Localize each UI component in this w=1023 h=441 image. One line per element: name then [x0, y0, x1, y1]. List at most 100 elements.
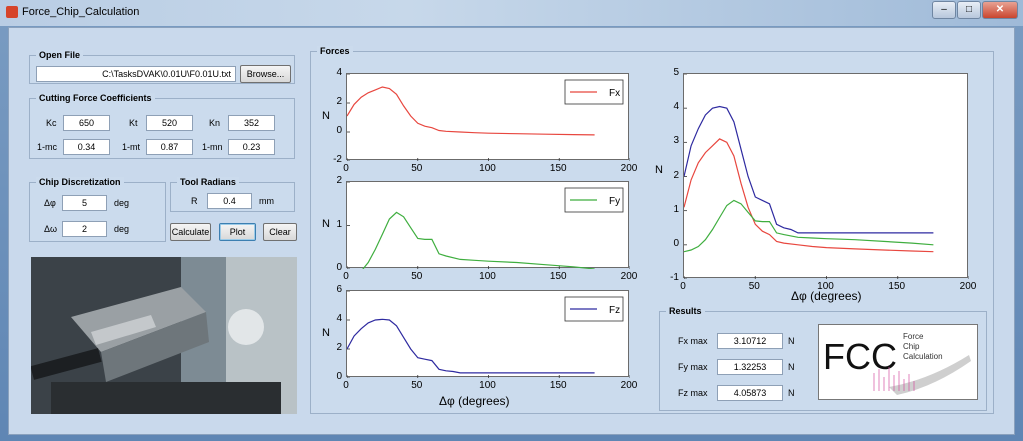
forces-title: Forces — [317, 46, 353, 56]
mn-input[interactable]: 0.23 — [228, 139, 275, 155]
fy-x-tick-label: 100 — [479, 271, 496, 282]
r-input[interactable]: 0.4 — [207, 193, 252, 209]
fx-x-tick-label: 50 — [411, 163, 423, 174]
combined-y-tick-label: 1 — [673, 203, 679, 215]
logo-fcc-text: FCC — [823, 336, 897, 377]
title-bar: Force_Chip_Calculation – □ ✕ — [0, 0, 1023, 26]
dphi-input[interactable]: 5 — [62, 195, 107, 211]
cutting-force-coefficients-panel: Cutting Force Coefficients Kc 650 Kt 520… — [29, 93, 295, 159]
fy-max-label: Fy max — [678, 362, 708, 372]
kn-label: Kn — [209, 118, 221, 128]
fy-max-unit: N — [788, 362, 795, 372]
fx-legend-label: Fx — [609, 88, 620, 99]
combined-y-tick-label: 4 — [673, 101, 679, 113]
plot-button[interactable]: Plot — [219, 223, 256, 241]
fy-legend-label: Fy — [609, 196, 620, 207]
results-title: Results — [666, 306, 705, 316]
combined-x-tick-label: 100 — [817, 281, 834, 292]
chip-discretization-title: Chip Discretization — [36, 177, 124, 187]
fcc-logo: FCC Force Chip Calculation — [818, 324, 978, 400]
fx-line — [346, 86, 595, 136]
fx-plot[interactable]: Fx — [346, 73, 631, 162]
fx-plot-svg: Fx — [346, 73, 631, 162]
kc-label: Kc — [46, 118, 57, 128]
fy-line — [346, 211, 595, 279]
window-title: Force_Chip_Calculation — [22, 6, 140, 18]
open-file-title: Open File — [36, 50, 84, 60]
series-1-line — [683, 138, 934, 253]
dphi-unit: deg — [114, 198, 130, 208]
fz-y-tick-label: 2 — [336, 342, 342, 353]
combined-x-tick-label: 200 — [959, 281, 977, 292]
fy-x-tick-label: 50 — [411, 271, 423, 282]
fz-y-tick-label: 0 — [336, 371, 342, 382]
tool-radians-panel: Tool Radians R 0.4 mm — [170, 177, 295, 212]
fx-ylabel: N — [322, 110, 330, 122]
fy-x-tick-label: 200 — [620, 271, 638, 282]
kc-input[interactable]: 650 — [63, 115, 110, 131]
r-unit: mm — [259, 196, 274, 206]
fz-plot[interactable]: Fz — [346, 290, 631, 379]
r-label: R — [191, 196, 198, 206]
fx-x-tick-label: 200 — [620, 163, 638, 174]
kt-input[interactable]: 520 — [146, 115, 193, 131]
coefficients-title: Cutting Force Coefficients — [36, 93, 155, 103]
logo-line3: Calculation — [903, 352, 943, 361]
chip-discretization-panel: Chip Discretization Δφ 5 deg Δω 2 deg — [29, 177, 166, 242]
combined-x-tick-label: 150 — [888, 281, 906, 292]
fz-line — [346, 318, 595, 374]
fy-x-tick-label: 150 — [549, 271, 567, 282]
mc-input[interactable]: 0.34 — [63, 139, 110, 155]
fy-y-tick-label: 1 — [336, 218, 342, 230]
fz-plot-svg: Fz — [346, 290, 631, 379]
fz-y-tick-label: 6 — [336, 284, 342, 295]
fz-max-field[interactable]: 4.05873 — [717, 385, 783, 401]
fx-y-tick-label: 4 — [336, 67, 342, 78]
results-panel: Results Fx max 3.10712 N Fy max 1.32253 … — [659, 306, 987, 411]
fz-max-label: Fz max — [678, 388, 708, 398]
kt-label: Kt — [129, 118, 138, 128]
combined-x-tick-label: 50 — [748, 281, 760, 292]
mt-input[interactable]: 0.87 — [146, 139, 193, 155]
fz-x-tick-label: 100 — [479, 380, 496, 391]
fy-y-tick-label: 2 — [336, 175, 342, 186]
fx-max-field[interactable]: 3.10712 — [717, 333, 783, 349]
minimize-button[interactable]: – — [932, 1, 956, 19]
logo-line2: Chip — [903, 342, 920, 351]
logo-line1: Force — [903, 332, 924, 341]
open-file-panel: Open File C:\TasksDVAK\0.01U\F0.01U.txt … — [29, 50, 295, 84]
mn-label: 1-mn — [202, 142, 223, 152]
fz-ylabel: N — [322, 327, 330, 339]
fz-x-tick-label: 150 — [549, 380, 567, 391]
combined-plot[interactable] — [683, 73, 970, 280]
calculate-button[interactable]: Calculate — [170, 223, 211, 241]
machine-photo — [31, 257, 297, 414]
combined-y-tick-label: 0 — [673, 237, 679, 249]
domega-input[interactable]: 2 — [62, 221, 107, 237]
fx-x-tick-label: 100 — [479, 163, 496, 174]
fx-y-tick-label: 2 — [336, 96, 342, 107]
combined-y-tick-label: 2 — [673, 169, 679, 181]
fy-max-field[interactable]: 1.32253 — [717, 359, 783, 375]
close-button[interactable]: ✕ — [982, 1, 1018, 19]
combined-plot-svg — [683, 73, 970, 280]
fy-plot[interactable]: Fy — [346, 181, 631, 279]
fx-max-label: Fx max — [678, 336, 708, 346]
fx-y-tick-label: -2 — [333, 154, 342, 165]
browse-button[interactable]: Browse... — [240, 65, 291, 83]
mc-label: 1-mc — [37, 142, 57, 152]
clear-button[interactable]: Clear — [263, 223, 297, 241]
fz-legend-label: Fz — [609, 305, 620, 316]
domega-unit: deg — [114, 224, 130, 234]
mt-label: 1-mt — [122, 142, 140, 152]
fx-max-unit: N — [788, 336, 795, 346]
dphi-label: Δφ — [44, 198, 56, 208]
maximize-button[interactable]: □ — [957, 1, 981, 19]
file-path-field[interactable]: C:\TasksDVAK\0.01U\F0.01U.txt — [36, 66, 236, 82]
fx-x-tick-label: 150 — [549, 163, 567, 174]
domega-label: Δω — [44, 224, 58, 234]
combined-y-tick-label: 3 — [673, 135, 679, 147]
fz-x-tick-label: 200 — [620, 380, 638, 391]
kn-input[interactable]: 352 — [228, 115, 275, 131]
fz-max-unit: N — [788, 388, 795, 398]
